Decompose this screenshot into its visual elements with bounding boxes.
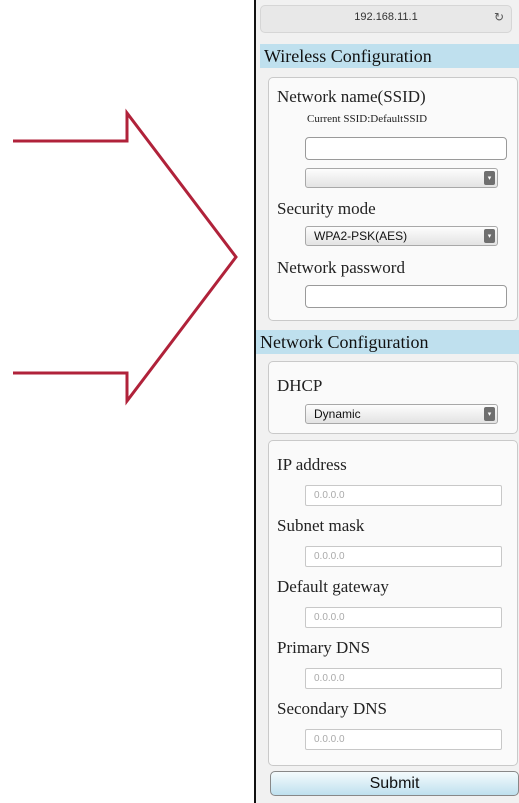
address-bar[interactable]: 192.168.11.1 ↻ bbox=[260, 5, 512, 33]
dhcp-select[interactable]: Dynamic ▾ bbox=[305, 404, 498, 424]
password-label: Network password bbox=[277, 258, 405, 277]
security-mode-value: WPA2-PSK(AES) bbox=[314, 229, 408, 243]
chevron-down-icon: ▾ bbox=[484, 407, 495, 421]
chevron-down-icon: ▾ bbox=[484, 171, 495, 185]
chevron-down-icon: ▾ bbox=[484, 229, 495, 243]
default-gateway-input[interactable]: 0.0.0.0 bbox=[305, 607, 502, 628]
primary-dns-input[interactable]: 0.0.0.0 bbox=[305, 668, 502, 689]
secondary-dns-label: Secondary DNS bbox=[277, 699, 388, 718]
ssid-input[interactable] bbox=[305, 137, 507, 160]
current-ssid-text: Current SSID:DefaultSSID bbox=[307, 113, 428, 125]
default-gateway-label: Default gateway bbox=[277, 577, 389, 596]
dhcp-label: DHCP bbox=[277, 376, 323, 395]
subnet-mask-input[interactable]: 0.0.0.0 bbox=[305, 546, 502, 567]
subnet-mask-label: Subnet mask bbox=[277, 516, 365, 535]
dhcp-panel: DHCP Dynamic ▾ bbox=[268, 361, 518, 434]
ip-settings-panel: IP address 0.0.0.0 Subnet mask 0.0.0.0 D… bbox=[268, 440, 518, 766]
primary-dns-label: Primary DNS bbox=[277, 638, 371, 657]
secondary-dns-input[interactable]: 0.0.0.0 bbox=[305, 729, 502, 750]
security-mode-label: Security mode bbox=[277, 199, 376, 218]
url-text[interactable]: 192.168.11.1 bbox=[261, 11, 511, 23]
wireless-config-header: Wireless Configuration bbox=[260, 44, 519, 68]
ssid-select[interactable]: ▾ bbox=[305, 168, 498, 188]
ip-address-label: IP address bbox=[277, 455, 347, 474]
phone-screen: 192.168.11.1 ↻ Wireless Configuration Ne… bbox=[254, 0, 519, 803]
submit-button[interactable]: Submit bbox=[270, 771, 519, 796]
dhcp-value: Dynamic bbox=[314, 407, 361, 421]
reload-icon[interactable]: ↻ bbox=[494, 10, 504, 24]
network-config-header: Network Configuration bbox=[256, 330, 519, 354]
arrow-outline bbox=[13, 108, 238, 406]
password-input[interactable] bbox=[305, 285, 507, 308]
ssid-label: Network name(SSID) bbox=[277, 87, 426, 106]
security-mode-select[interactable]: WPA2-PSK(AES) ▾ bbox=[305, 226, 498, 246]
arrow-graphic bbox=[13, 108, 238, 406]
ip-address-input[interactable]: 0.0.0.0 bbox=[305, 485, 502, 506]
wireless-panel: Network name(SSID) Current SSID:DefaultS… bbox=[268, 77, 518, 321]
